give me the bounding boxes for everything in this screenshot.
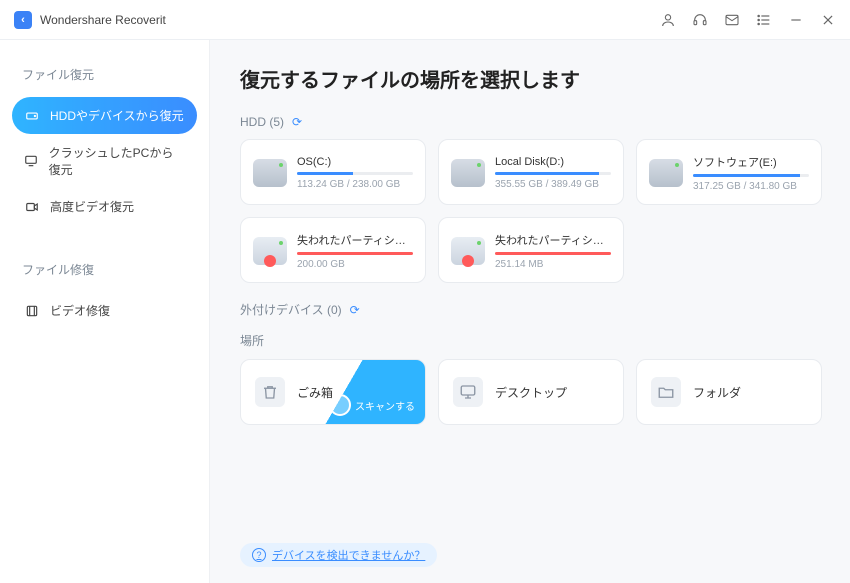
usage-bar <box>693 174 809 177</box>
location-card-0[interactable]: ごみ箱スキャンする <box>240 359 426 425</box>
close-icon[interactable] <box>820 12 836 28</box>
video-icon <box>24 199 40 215</box>
sidebar-section-repair: ファイル修復 <box>22 261 187 278</box>
app-title: Wondershare Recoverit <box>40 13 166 27</box>
location-label: 場所 <box>240 332 264 349</box>
minimize-icon[interactable] <box>788 12 804 28</box>
drive-size: 355.55 GB / 389.49 GB <box>495 179 611 190</box>
drive-card-1[interactable]: Local Disk(D:) 355.55 GB / 389.49 GB <box>438 139 624 205</box>
drive-card-3[interactable]: 失われたパーティション 1 200.00 GB <box>240 217 426 283</box>
app-logo-icon: ‹ <box>14 11 32 29</box>
drive-name: 失われたパーティション 2 <box>495 232 611 248</box>
drive-icon <box>253 237 287 265</box>
refresh-external-icon[interactable]: ⟳ <box>350 303 360 317</box>
drive-icon <box>24 108 40 124</box>
sidebar-item-label: 高度ビデオ復元 <box>50 198 134 215</box>
titlebar-controls <box>660 12 836 28</box>
help-text: デバイスを検出できませんか？ <box>272 547 425 563</box>
hdd-count-label: HDD (5) <box>240 115 284 129</box>
sidebar-item-label: クラッシュしたPCから復元 <box>49 144 185 178</box>
scan-button[interactable]: スキャンする <box>329 394 415 416</box>
drive-size: 113.24 GB / 238.00 GB <box>297 179 413 190</box>
location-name: デスクトップ <box>495 384 567 401</box>
mail-icon[interactable] <box>724 12 740 28</box>
sidebar: ファイル復元 HDDやデバイスから復元クラッシュしたPCから復元高度ビデオ復元 … <box>0 40 210 583</box>
page-title: 復元するファイルの場所を選択します <box>240 64 820 93</box>
refresh-hdd-icon[interactable]: ⟳ <box>292 115 302 129</box>
film-icon <box>24 303 40 319</box>
desktop-icon <box>453 377 483 407</box>
sidebar-item-2[interactable]: 高度ビデオ復元 <box>12 188 197 225</box>
drive-card-2[interactable]: ソフトウェア(E:) 317.25 GB / 341.80 GB <box>636 139 822 205</box>
sidebar-item-label: ビデオ修復 <box>50 302 110 319</box>
usage-bar <box>495 252 611 255</box>
sidebar-item-0[interactable]: HDDやデバイスから復元 <box>12 97 197 134</box>
list-icon[interactable] <box>756 12 772 28</box>
scan-label: スキャンする <box>355 398 415 413</box>
location-group-header: 場所 <box>240 332 820 349</box>
drive-name: 失われたパーティション 1 <box>297 232 413 248</box>
location-name: ごみ箱 <box>297 384 333 401</box>
drive-icon <box>451 159 485 187</box>
main-panel: 復元するファイルの場所を選択します HDD (5) ⟳ OS(C:) 113.24… <box>210 40 850 583</box>
sidebar-repair-item-0[interactable]: ビデオ修復 <box>12 292 197 329</box>
folder-icon <box>651 377 681 407</box>
hdd-group-header: HDD (5) ⟳ <box>240 115 820 129</box>
drive-card-0[interactable]: OS(C:) 113.24 GB / 238.00 GB <box>240 139 426 205</box>
sidebar-item-label: HDDやデバイスから復元 <box>50 107 184 124</box>
headset-icon[interactable] <box>692 12 708 28</box>
location-card-1[interactable]: デスクトップ <box>438 359 624 425</box>
drive-card-4[interactable]: 失われたパーティション 2 251.14 MB <box>438 217 624 283</box>
trash-icon <box>255 377 285 407</box>
drive-name: ソフトウェア(E:) <box>693 154 809 170</box>
drive-icon <box>649 159 683 187</box>
user-icon[interactable] <box>660 12 676 28</box>
drive-size: 317.25 GB / 341.80 GB <box>693 181 809 192</box>
drive-icon <box>451 237 485 265</box>
drive-name: OS(C:) <box>297 156 413 168</box>
question-icon: ? <box>252 548 266 562</box>
sidebar-section-recover: ファイル復元 <box>22 66 187 83</box>
usage-bar <box>495 172 611 175</box>
drive-size: 251.14 MB <box>495 259 611 270</box>
monitor-icon <box>24 153 39 169</box>
external-group-header: 外付けデバイス (0) ⟳ <box>240 301 820 318</box>
location-name: フォルダ <box>693 384 741 401</box>
usage-bar <box>297 252 413 255</box>
location-card-2[interactable]: フォルダ <box>636 359 822 425</box>
usage-bar <box>297 172 413 175</box>
help-link[interactable]: ? デバイスを検出できませんか？ <box>240 543 437 567</box>
external-count-label: 外付けデバイス (0) <box>240 301 342 318</box>
sidebar-item-1[interactable]: クラッシュしたPCから復元 <box>12 134 197 188</box>
titlebar: ‹ Wondershare Recoverit <box>0 0 850 40</box>
scan-progress-icon <box>329 394 351 416</box>
drive-size: 200.00 GB <box>297 259 413 270</box>
drive-icon <box>253 159 287 187</box>
drive-name: Local Disk(D:) <box>495 156 611 168</box>
